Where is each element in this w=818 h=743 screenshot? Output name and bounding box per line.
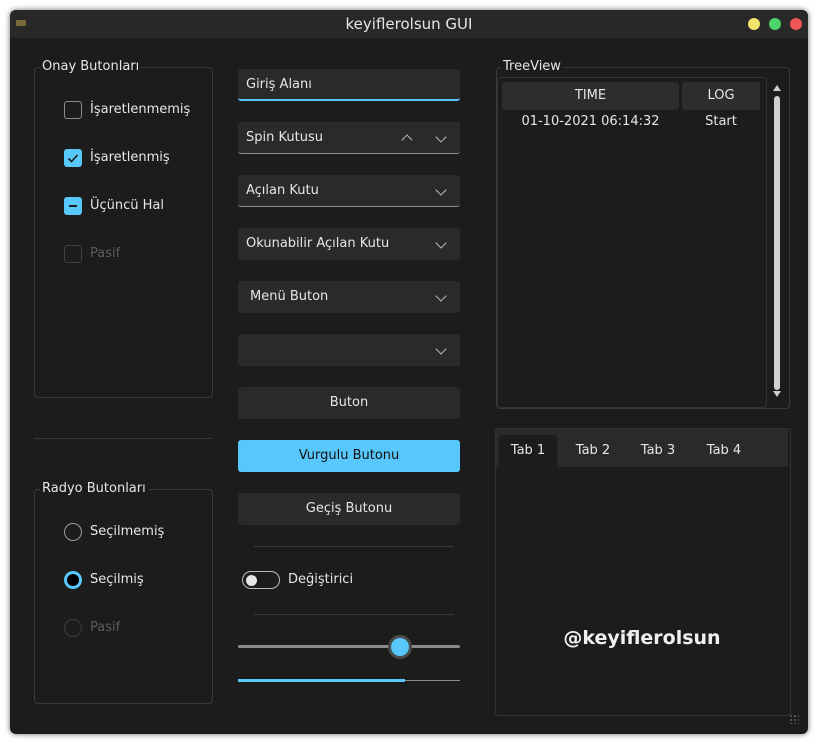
spin-box[interactable]: Spin Kutusu [238, 122, 460, 154]
checkbox-label-partial: Üçüncü Hal [90, 198, 165, 213]
checkbox-unchecked[interactable] [64, 101, 82, 119]
checkbox-label-disabled: Pasif [90, 246, 121, 261]
minimize-button[interactable] [748, 18, 760, 30]
chevron-down-icon [435, 184, 447, 196]
toggle-button[interactable]: Geçiş Butonu [238, 493, 460, 525]
tab-3[interactable]: Tab 3 [629, 435, 687, 467]
checkbox-disabled [64, 245, 82, 263]
radio-group-title: Radyo Butonları [40, 481, 148, 496]
chevron-down-icon [435, 290, 447, 302]
chevron-down-icon [435, 237, 447, 249]
radio-disabled [64, 619, 82, 637]
tree-scrollbar[interactable] [773, 82, 781, 400]
close-button[interactable] [790, 18, 802, 30]
checkbox-label-unchecked: İşaretlenmemiş [90, 102, 191, 117]
checkbox-checked[interactable] [64, 149, 82, 167]
readonly-combo-box[interactable]: Okunabilir Açılan Kutu [238, 228, 460, 260]
combo-box[interactable]: Açılan Kutu [238, 175, 460, 207]
radio-label-selected: Seçilmiş [90, 572, 144, 587]
tab-widget [495, 428, 791, 716]
tab-4[interactable]: Tab 4 [695, 435, 753, 467]
menu-button-text: Menü Buton [250, 289, 329, 304]
radio-selected[interactable] [64, 571, 82, 589]
readonly-combo-text: Okunabilir Açılan Kutu [246, 236, 390, 251]
chevron-down-icon [435, 343, 447, 355]
scroll-up-icon[interactable] [773, 85, 781, 91]
switch-label: Değiştirici [288, 572, 354, 587]
window-title: keyiflerolsun GUI [345, 15, 473, 33]
checkbox-group-title: Onay Butonları [40, 59, 142, 74]
chevron-up-icon[interactable] [401, 134, 413, 146]
line-edit[interactable]: Giriş Alanı [238, 69, 460, 101]
tree-cell-time[interactable]: 01-10-2021 06:14:32 [502, 114, 679, 129]
radio-group [34, 489, 213, 704]
accent-button[interactable]: Vurgulu Butonu [238, 440, 460, 472]
radio-label-disabled: Pasif [90, 620, 121, 635]
scroll-thumb[interactable] [774, 96, 780, 390]
tab-2[interactable]: Tab 2 [564, 435, 622, 467]
title-bar: keyiflerolsun GUI [10, 10, 808, 38]
empty-combo-box[interactable] [238, 334, 460, 366]
tab-1[interactable]: Tab 1 [499, 435, 557, 467]
tree-header-log[interactable]: LOG [682, 82, 760, 110]
radio-label-unselected: Seçilmemiş [90, 524, 165, 539]
chevron-down-icon[interactable] [435, 131, 447, 143]
dash-icon [69, 205, 77, 207]
group-separator [34, 438, 212, 439]
progress-fill [238, 679, 405, 682]
combo-box-text: Açılan Kutu [246, 183, 319, 198]
checkbox-partial[interactable] [64, 197, 82, 215]
slider-track[interactable] [238, 645, 460, 648]
tree-header-time[interactable]: TIME [502, 82, 679, 110]
maximize-button[interactable] [769, 18, 781, 30]
scroll-down-icon[interactable] [773, 391, 781, 397]
resize-grip-icon[interactable] [789, 714, 799, 724]
middle-separator [254, 546, 454, 547]
radio-unselected[interactable] [64, 523, 82, 541]
middle-separator-2 [254, 614, 454, 615]
spin-box-text: Spin Kutusu [246, 130, 323, 145]
plain-button[interactable]: Buton [238, 387, 460, 419]
check-icon [67, 154, 79, 163]
treeview-title: TreeView [501, 59, 563, 74]
menu-button[interactable]: Menü Buton [238, 281, 460, 313]
switch-toggle[interactable] [242, 571, 280, 589]
checkbox-label-checked: İşaretlenmiş [90, 150, 170, 165]
line-edit-text: Giriş Alanı [246, 77, 312, 92]
tree-cell-log[interactable]: Start [682, 114, 760, 129]
tab-content-label: @keyiflerolsun [563, 627, 721, 649]
slider-handle[interactable] [388, 635, 413, 659]
switch-knob [246, 574, 257, 586]
